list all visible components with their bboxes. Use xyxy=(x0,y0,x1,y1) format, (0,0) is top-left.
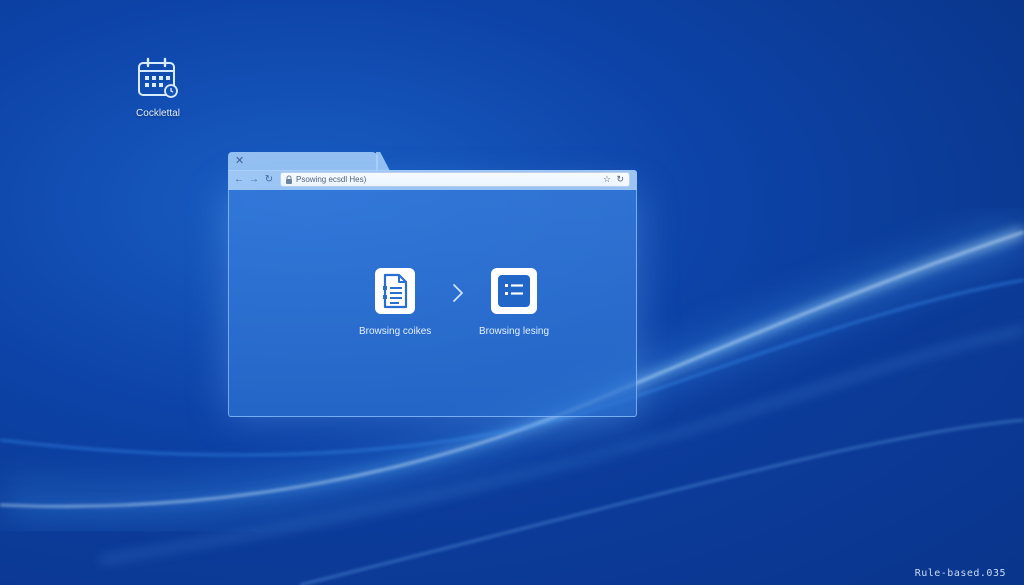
watermark-text: Rule-based.035 xyxy=(914,568,1006,579)
desktop-icon-label: Cocklettal xyxy=(136,108,180,119)
browser-tab[interactable]: ✕ xyxy=(228,152,378,171)
browser-toolbar: ← → ↻ Psowing ecsdl Hes) ☆ ↻ xyxy=(228,170,637,190)
flow-item-cookies[interactable]: Browsing coikes xyxy=(359,266,431,337)
address-bar[interactable]: Psowing ecsdl Hes) ☆ ↻ xyxy=(280,172,630,187)
document-list-icon xyxy=(375,268,416,314)
flow-item-listing[interactable]: Browsing lesing xyxy=(479,266,549,337)
close-icon[interactable]: ✕ xyxy=(235,154,244,168)
address-text: Psowing ecsdl Hes) xyxy=(296,175,367,184)
lock-icon xyxy=(286,175,292,184)
browser-content: Browsing coikes Browsing lesing xyxy=(228,190,637,417)
flow-label-cookies: Browsing coikes xyxy=(359,326,432,337)
flow-label-listing: Browsing lesing xyxy=(479,326,550,337)
refresh-icon[interactable]: ↻ xyxy=(263,173,275,187)
list-icon xyxy=(491,268,538,314)
star-icon[interactable]: ☆ xyxy=(603,173,611,186)
calendar-icon xyxy=(138,57,178,98)
reload-icon[interactable]: ↻ xyxy=(616,173,624,186)
chevron-right-icon xyxy=(453,284,463,302)
desktop-shortcut[interactable]: Cocklettal xyxy=(128,56,188,119)
back-arrow-icon[interactable]: ← xyxy=(233,173,245,187)
browser-window: ✕ ← → ↻ Psowing ecsdl Hes) ☆ ↻ Browsing … xyxy=(228,152,637,417)
forward-arrow-icon[interactable]: → xyxy=(248,173,260,187)
